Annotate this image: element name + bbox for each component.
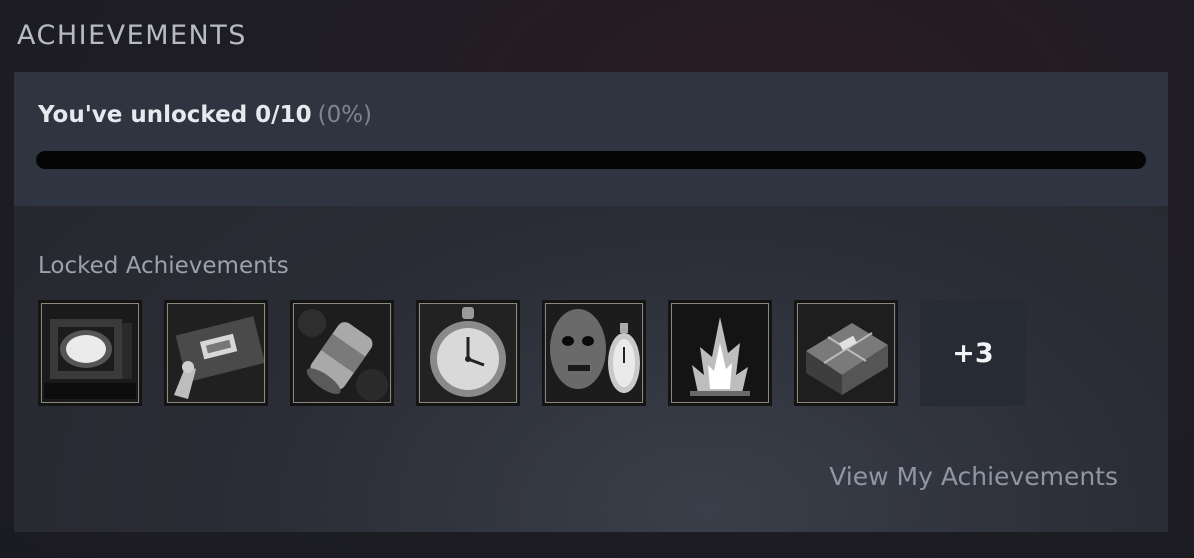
- progress-summary: You've unlocked 0/10 (0%): [14, 72, 1168, 206]
- more-achievements-tile[interactable]: +3: [920, 300, 1026, 406]
- section-title: ACHIEVEMENTS: [17, 20, 247, 51]
- pocket-watch-icon: [418, 303, 518, 403]
- unlocked-count-label: You've unlocked 0/10: [38, 102, 312, 128]
- achievement-icon-vhs-tape[interactable]: [164, 300, 268, 406]
- campfire-icon: [670, 303, 770, 403]
- achievement-icon-package[interactable]: [794, 300, 898, 406]
- vhs-tape-icon: [166, 303, 266, 403]
- progress-text: You've unlocked 0/10 (0%): [38, 102, 372, 128]
- glowing-tv-icon: [40, 303, 140, 403]
- locked-achievements-label: Locked Achievements: [38, 253, 289, 279]
- progress-bar: [36, 151, 1146, 169]
- achievement-icon-glowing-tv[interactable]: [38, 300, 142, 406]
- achievement-icon-campfire[interactable]: [668, 300, 772, 406]
- view-my-achievements-link[interactable]: View My Achievements: [829, 462, 1118, 491]
- achievements-panel: You've unlocked 0/10 (0%) Locked Achievem…: [14, 72, 1168, 532]
- can-icon: [292, 303, 392, 403]
- achievement-icon-face-watch[interactable]: [542, 300, 646, 406]
- achievement-icon-pocket-watch[interactable]: [416, 300, 520, 406]
- unlocked-percent: (0%): [317, 102, 373, 128]
- package-icon: [796, 303, 896, 403]
- achievement-icon-can[interactable]: [290, 300, 394, 406]
- face-and-watch-icon: [544, 303, 644, 403]
